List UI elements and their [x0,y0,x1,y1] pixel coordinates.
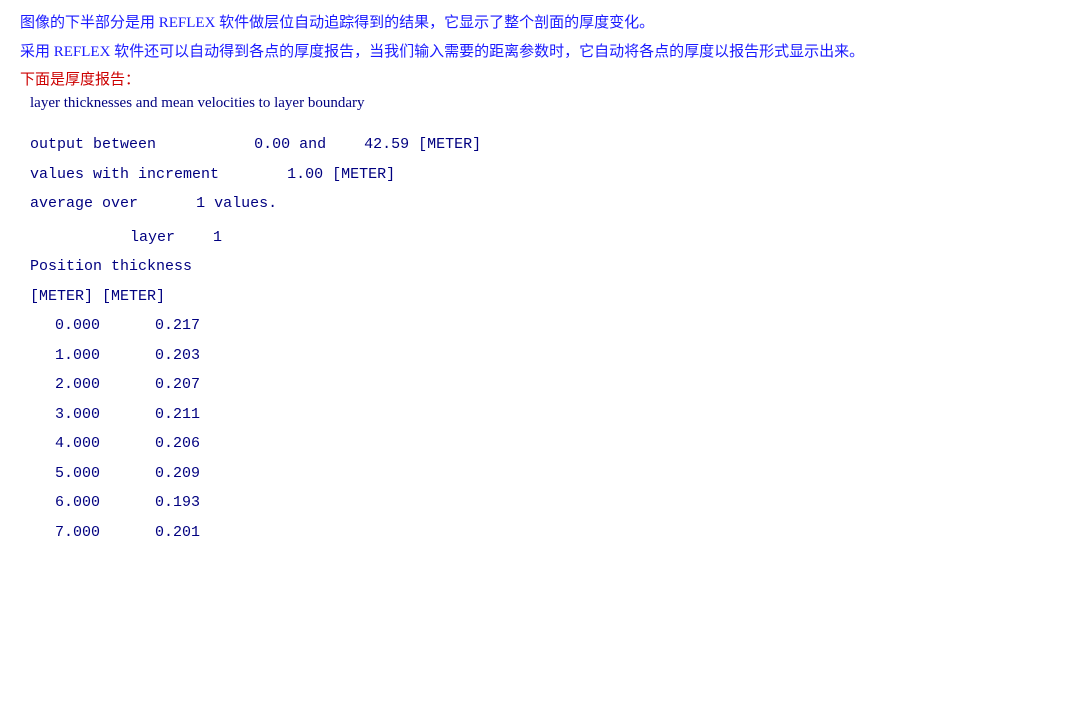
increment-line: values with increment 1.00 [METER] [30,162,1072,188]
position-value: 1.000 [30,343,120,369]
increment-label: values with increment [30,166,219,183]
layer-row: layer 1 [130,225,1072,251]
table-row: 7.0000.201 [30,520,1072,546]
table-row: 6.0000.193 [30,490,1072,516]
thickness-unit: [METER] [102,288,165,305]
output-to: 42.59 [364,136,409,153]
average-value: 1 [196,195,205,212]
thickness-value: 0.217 [120,313,200,339]
table-row: 0.0000.217 [30,313,1072,339]
chinese-line-2: 采用 REFLEX 软件还可以自动得到各点的厚度报告，当我们输入需要的距离参数时… [20,39,1072,66]
thickness-value: 0.193 [120,490,200,516]
table-row: 3.0000.211 [30,402,1072,428]
thickness-header: thickness [111,258,192,275]
output-label: output between [30,136,156,153]
output-from: 0.00 [254,136,290,153]
thickness-value: 0.211 [120,402,200,428]
thickness-value: 0.201 [120,520,200,546]
table-section: layer 1 Position thickness [METER] [METE… [30,225,1072,546]
average-label: average over [30,195,138,212]
increment-unit: [METER] [332,166,395,183]
position-value: 5.000 [30,461,120,487]
chinese-red-text: 下面是厚度报告： [20,68,1072,89]
position-value: 0.000 [30,313,120,339]
data-section: output between 0.00 and 42.59 [METER] va… [30,132,1072,217]
layer-label: layer [130,229,175,246]
thickness-value: 0.203 [120,343,200,369]
data-rows: 0.0000.2171.0000.2032.0000.2073.0000.211… [30,313,1072,545]
col-header-row: Position thickness [30,254,1072,280]
position-value: 3.000 [30,402,120,428]
output-line: output between 0.00 and 42.59 [METER] [30,132,1072,158]
table-row: 5.0000.209 [30,461,1072,487]
output-and: and [299,136,326,153]
thickness-value: 0.209 [120,461,200,487]
position-value: 7.000 [30,520,120,546]
output-unit: [METER] [418,136,481,153]
increment-value: 1.00 [287,166,323,183]
chinese-line-1: 图像的下半部分是用 REFLEX 软件做层位自动追踪得到的结果，它显示了整个剖面… [20,10,1072,37]
table-row: 2.0000.207 [30,372,1072,398]
average-line: average over 1 values. [30,191,1072,217]
average-suffix: values. [214,195,277,212]
position-value: 6.000 [30,490,120,516]
table-row: 1.0000.203 [30,343,1072,369]
thickness-value: 0.206 [120,431,200,457]
col-units-row: [METER] [METER] [30,284,1072,310]
thickness-value: 0.207 [120,372,200,398]
report-header: layer thicknesses and mean velocities to… [30,95,1072,112]
position-header: Position [30,258,102,275]
position-unit: [METER] [30,288,93,305]
position-value: 4.000 [30,431,120,457]
layer-number: 1 [213,229,222,246]
position-value: 2.000 [30,372,120,398]
table-row: 4.0000.206 [30,431,1072,457]
